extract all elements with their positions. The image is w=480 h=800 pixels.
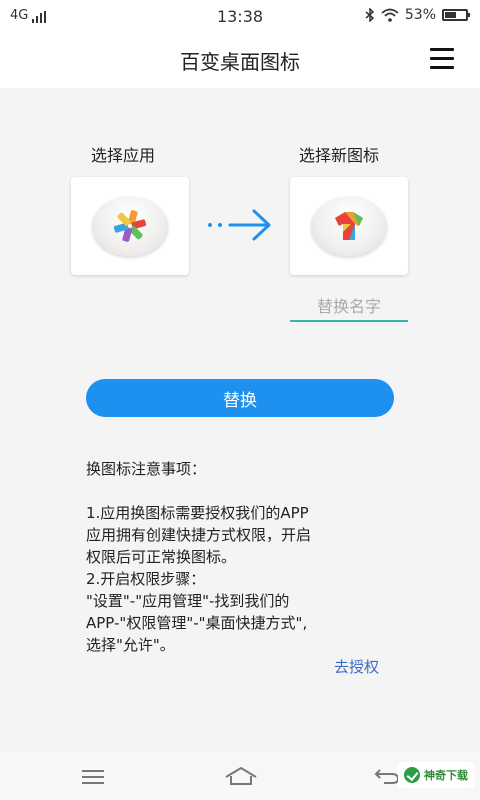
bluetooth-icon bbox=[365, 8, 374, 22]
replace-button[interactable]: 替换 bbox=[86, 379, 394, 417]
select-app-card[interactable] bbox=[71, 177, 189, 275]
notes-line: 权限后可正常换图标。 bbox=[86, 548, 237, 566]
app-header: 百变桌面图标 bbox=[0, 32, 480, 88]
status-bar: 4G 13:38 53% bbox=[0, 0, 480, 32]
select-icon-card[interactable] bbox=[290, 177, 408, 275]
selected-app-icon bbox=[92, 196, 168, 256]
menu-button[interactable] bbox=[430, 48, 454, 70]
notes-section: 换图标注意事项： 1.应用换图标需要授权我们的APP 应用拥有创建快捷方式权限，… bbox=[86, 458, 406, 656]
arrow-right-icon bbox=[208, 209, 271, 241]
clothing-icon bbox=[335, 212, 363, 240]
rename-input[interactable] bbox=[290, 292, 408, 322]
select-app-label: 选择应用 bbox=[91, 146, 156, 165]
menu-lines-icon bbox=[82, 770, 104, 772]
notes-line: "设置"-"应用管理"-找到我们的 bbox=[86, 592, 290, 610]
pinwheel-icon bbox=[113, 210, 147, 242]
battery-icon bbox=[442, 9, 470, 21]
page-title: 百变桌面图标 bbox=[180, 50, 300, 74]
wifi-icon bbox=[381, 8, 399, 22]
home-icon[interactable] bbox=[224, 766, 258, 786]
watermark-badge: 神奇下载 bbox=[398, 762, 474, 788]
notes-line: 1.应用换图标需要授权我们的APP bbox=[86, 504, 309, 522]
notes-heading: 换图标注意事项： bbox=[86, 460, 207, 478]
watermark-logo-icon bbox=[404, 767, 420, 783]
back-icon[interactable] bbox=[374, 768, 400, 784]
watermark-text: 神奇下载 bbox=[424, 769, 468, 782]
select-icon-label: 选择新图标 bbox=[299, 146, 380, 165]
system-nav-bar: 神奇下载 bbox=[0, 752, 480, 800]
selected-new-icon bbox=[311, 196, 387, 256]
menu-icon bbox=[430, 48, 454, 51]
battery-percent: 53% bbox=[404, 7, 436, 23]
notes-line: APP-"权限管理"-"桌面快捷方式", bbox=[86, 614, 308, 632]
recent-apps-button[interactable] bbox=[82, 770, 104, 784]
notes-line: 选择"允许"。 bbox=[86, 636, 175, 654]
notes-line: 应用拥有创建快捷方式权限，开启 bbox=[86, 526, 312, 544]
status-icons: 53% bbox=[365, 7, 470, 23]
authorize-link[interactable]: 去授权 bbox=[334, 656, 379, 677]
notes-line: 2.开启权限步骤： bbox=[86, 570, 206, 588]
